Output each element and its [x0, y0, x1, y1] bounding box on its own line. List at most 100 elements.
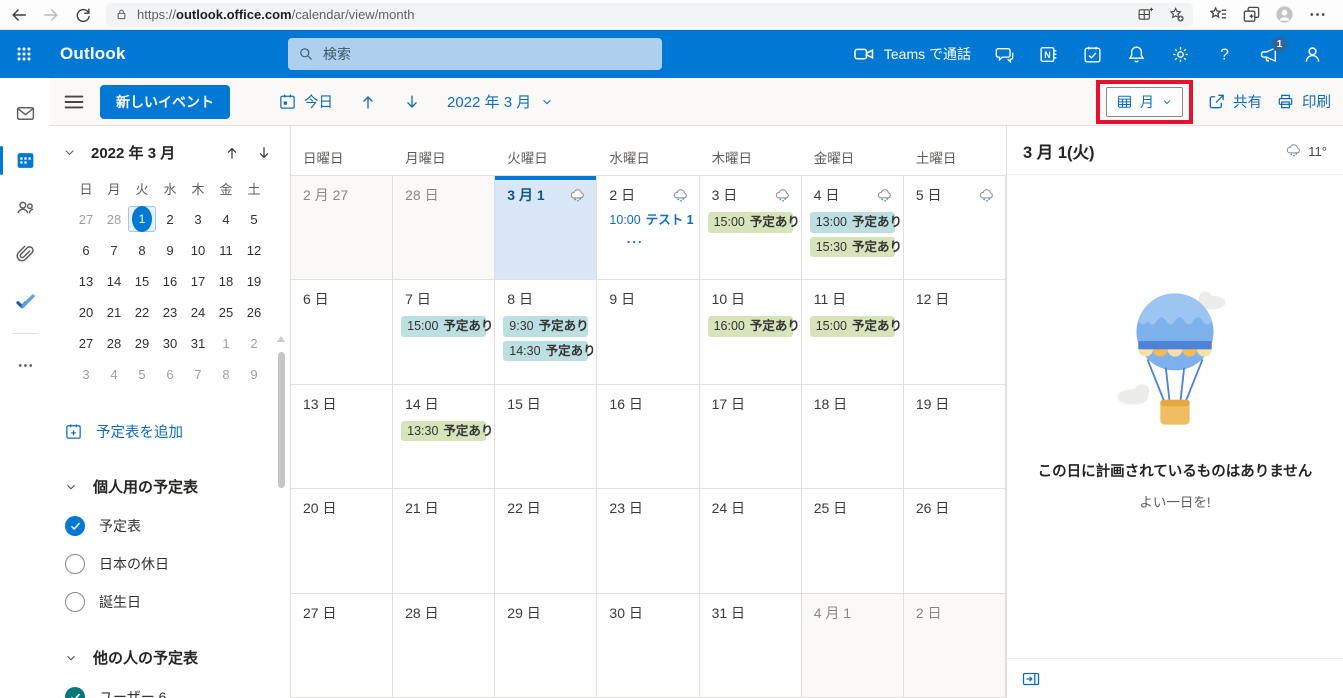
sidebar-scrollbar-arrow[interactable] [277, 336, 285, 342]
calendar-day-cell[interactable]: 30 日 [597, 594, 699, 698]
view-switcher-button[interactable]: 月 [1106, 87, 1183, 117]
help-icon[interactable]: ? [1214, 44, 1235, 65]
mini-day[interactable]: 2 [156, 206, 184, 232]
back-icon[interactable] [10, 6, 28, 24]
apps-sidebar-icon[interactable] [1137, 6, 1154, 23]
mini-day[interactable]: 21 [100, 299, 128, 325]
dock-panel-icon[interactable] [1021, 669, 1041, 689]
mini-day[interactable]: 9 [240, 361, 268, 387]
mini-day[interactable]: 6 [156, 361, 184, 387]
calendar-event[interactable]: 15:30予定あり [810, 237, 895, 258]
whats-new-megaphone-icon[interactable]: 1 [1258, 44, 1279, 65]
mini-day[interactable]: 31 [184, 330, 212, 356]
calendar-day-cell[interactable]: 13 日 [291, 385, 393, 489]
notifications-bell-icon[interactable] [1126, 44, 1147, 65]
mini-day[interactable]: 5 [128, 361, 156, 387]
calendar-day-cell[interactable]: 17 日 [700, 385, 802, 489]
calendar-day-cell[interactable]: 31 日 [700, 594, 802, 698]
sidebar-scrollbar[interactable] [278, 352, 285, 488]
calendar-day-cell[interactable]: 6 日 [291, 280, 393, 384]
print-button[interactable]: 印刷 [1276, 91, 1331, 112]
mini-day-selected[interactable]: 1 [128, 206, 156, 232]
mini-day[interactable]: 29 [128, 330, 156, 356]
calendar-day-cell[interactable]: 14 日13:30予定あり [393, 385, 495, 489]
onenote-icon[interactable]: N [1038, 44, 1059, 65]
rail-item-mail[interactable] [0, 90, 50, 137]
calendar-event[interactable]: 16:00予定あり [708, 316, 793, 337]
calendar-day-cell[interactable]: 9 日 [597, 280, 699, 384]
calendar-day-cell[interactable]: 27 日 [291, 594, 393, 698]
calendar-day-cell[interactable]: 4 月 1 [802, 594, 904, 698]
add-favorite-icon[interactable] [1168, 6, 1185, 23]
share-button[interactable]: 共有 [1207, 91, 1262, 112]
next-month-arrow[interactable] [256, 145, 272, 161]
calendar-event[interactable]: 13:00予定あり [810, 212, 895, 233]
mini-day[interactable]: 14 [100, 268, 128, 294]
mini-day[interactable]: 4 [212, 206, 240, 232]
tasks-icon[interactable] [1082, 44, 1103, 65]
calendar-event[interactable]: 9:30予定あり [503, 316, 588, 337]
calendar-event[interactable]: 14:30予定あり [503, 341, 588, 362]
calendar-list-item[interactable]: 日本の休日 [50, 545, 290, 583]
mini-day[interactable]: 30 [156, 330, 184, 356]
mini-day[interactable]: 25 [212, 299, 240, 325]
calendar-day-cell[interactable]: 8 日9:30予定あり14:30予定あり [495, 280, 597, 384]
hamburger-menu-icon[interactable] [62, 90, 86, 114]
calendar-event[interactable]: 10:00テスト 1 [605, 212, 690, 227]
calendar-list-item[interactable]: 予定表 [50, 507, 290, 545]
mini-day[interactable]: 8 [212, 361, 240, 387]
mini-day[interactable]: 28 [100, 206, 128, 232]
new-event-button[interactable]: 新しいイベント [100, 85, 230, 119]
calendar-day-cell[interactable]: 11 日15:00予定あり [802, 280, 904, 384]
mini-day[interactable]: 6 [72, 237, 100, 263]
mini-day[interactable]: 24 [184, 299, 212, 325]
calendar-list-item[interactable]: ユーザー 6 [50, 678, 290, 698]
calendar-checkbox-unchecked[interactable] [65, 554, 85, 574]
calendar-checkbox-unchecked[interactable] [65, 592, 85, 612]
browser-menu-icon[interactable] [1308, 5, 1327, 24]
calendar-day-cell[interactable]: 2 月 27 [291, 176, 393, 280]
mini-day[interactable]: 16 [156, 268, 184, 294]
calendar-day-cell[interactable]: 29 日 [495, 594, 597, 698]
previous-month-arrow[interactable] [224, 145, 240, 161]
calendar-day-cell[interactable]: 3 日15:00予定あり [700, 176, 802, 280]
rail-item-attachments[interactable] [0, 231, 50, 278]
calendar-day-cell[interactable]: 28 日 [393, 594, 495, 698]
calendar-day-cell[interactable]: 25 日 [802, 489, 904, 593]
mini-day[interactable]: 20 [72, 299, 100, 325]
mini-day[interactable]: 8 [128, 237, 156, 263]
calendar-day-cell[interactable]: 16 日 [597, 385, 699, 489]
calendar-day-cell[interactable]: 26 日 [904, 489, 1006, 593]
calendar-checkbox-checked[interactable] [65, 687, 85, 698]
calendar-event[interactable]: 13:30予定あり [401, 421, 486, 442]
calendar-day-cell[interactable]: 2 日10:00テスト 1... [597, 176, 699, 280]
calendar-day-cell[interactable]: 23 日 [597, 489, 699, 593]
previous-month-arrow[interactable] [359, 93, 377, 111]
more-events[interactable]: ... [605, 231, 665, 246]
favorites-list-icon[interactable] [1209, 5, 1228, 24]
calendar-day-cell[interactable]: 21 日 [393, 489, 495, 593]
mini-day[interactable]: 2 [240, 330, 268, 356]
calendar-day-cell[interactable]: 2 日 [904, 594, 1006, 698]
teams-call-button[interactable]: Teams で通話 [853, 43, 971, 65]
mini-day[interactable]: 27 [72, 206, 100, 232]
calendar-day-cell[interactable]: 20 日 [291, 489, 393, 593]
mini-day[interactable]: 15 [128, 268, 156, 294]
calendar-day-cell[interactable]: 22 日 [495, 489, 597, 593]
search-input[interactable]: 検索 [288, 38, 662, 70]
collapse-chevron-icon[interactable] [62, 145, 77, 160]
mini-day[interactable]: 3 [184, 206, 212, 232]
calendar-list-item[interactable]: 誕生日 [50, 583, 290, 621]
mini-day[interactable]: 10 [184, 237, 212, 263]
chat-icon[interactable] [994, 44, 1015, 65]
mini-day[interactable]: 5 [240, 206, 268, 232]
calendar-day-cell[interactable]: 4 日13:00予定あり15:30予定あり [802, 176, 904, 280]
today-button[interactable]: 今日 [278, 91, 333, 112]
mini-day[interactable]: 17 [184, 268, 212, 294]
calendar-day-cell[interactable]: 12 日 [904, 280, 1006, 384]
mini-day[interactable]: 12 [240, 237, 268, 263]
calendar-day-cell[interactable]: 10 日16:00予定あり [700, 280, 802, 384]
mini-day[interactable]: 7 [184, 361, 212, 387]
calendar-day-cell[interactable]: 5 日 [904, 176, 1006, 280]
calendar-day-cell[interactable]: 15 日 [495, 385, 597, 489]
